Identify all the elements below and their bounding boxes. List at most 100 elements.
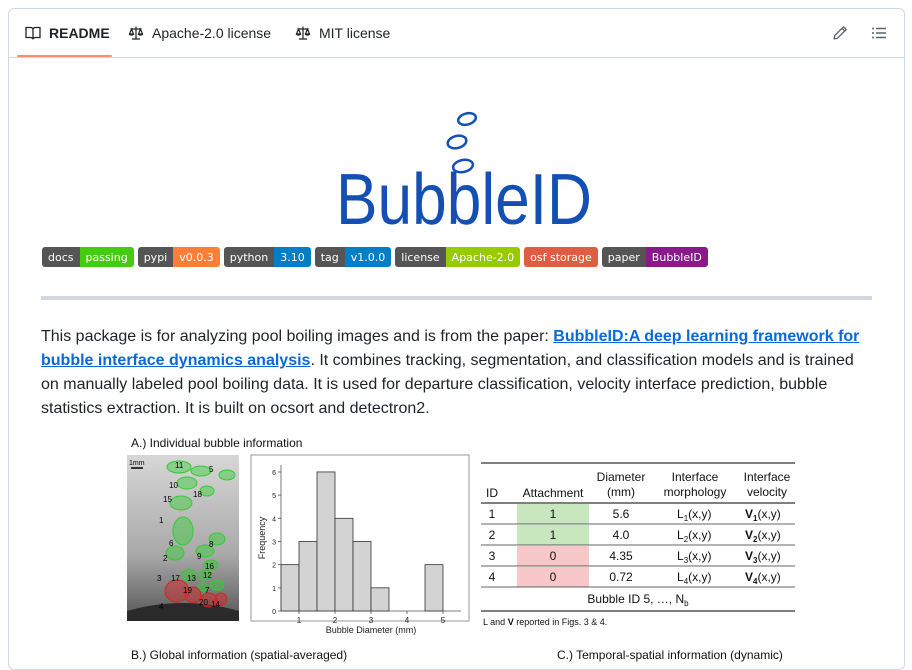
tab-label: MIT license <box>319 25 391 41</box>
table-header-cell: velocity <box>747 485 787 499</box>
vel-tail: (x,y) <box>757 528 780 542</box>
badge-value: 3.10 <box>274 247 311 267</box>
bubble-id-label: 3 <box>157 574 162 583</box>
table-cell-id: 4 <box>489 570 496 584</box>
table-header-cell: Attachment <box>523 486 584 500</box>
logo-text: BubbleID <box>336 160 592 234</box>
badge-label: tag <box>314 247 345 267</box>
badge-osf-storage[interactable]: osf storage <box>524 247 598 267</box>
readme-panel: README Apache-2.0 license MIT license Bu… <box>8 8 905 670</box>
x-tick-label: 5 <box>441 616 446 625</box>
section-divider <box>41 296 872 300</box>
bubble-mask <box>209 579 225 591</box>
y-tick-label: 6 <box>272 470 276 477</box>
bubble-mask <box>165 545 185 561</box>
book-icon <box>25 26 41 40</box>
table-cell-id: 3 <box>489 549 496 563</box>
x-tick-label: 1 <box>297 616 302 625</box>
table-cell-diameter: 4.35 <box>609 549 633 563</box>
outline-button[interactable] <box>869 23 889 43</box>
bubbleid-logo: BubbleID <box>336 111 592 234</box>
vel-letter: V <box>745 507 753 521</box>
active-tab-indicator <box>17 55 112 57</box>
bubble-id-label: 11 <box>175 461 184 470</box>
bubble-id-label: 2 <box>163 554 168 563</box>
table-cell-attachment: 0 <box>550 549 557 563</box>
bubble-id-label: 12 <box>203 571 212 580</box>
table-cell-id: 2 <box>489 528 496 542</box>
tab-readme[interactable]: README <box>25 9 110 57</box>
table-cell-diameter: 0.72 <box>609 570 633 584</box>
bubble-id-label: 1 <box>159 516 164 525</box>
badge-label: paper <box>601 247 646 267</box>
table-cell-attachment: 1 <box>550 528 557 542</box>
table-header-cell: Interface <box>672 470 719 484</box>
bubble-id-label: 6 <box>169 539 174 548</box>
footer-sub: b <box>684 599 689 608</box>
badge-license[interactable]: license Apache-2.0 <box>395 247 521 267</box>
table-cell-velocity: V3(x,y) <box>745 549 781 565</box>
bubble-mask <box>176 476 198 490</box>
table-cell-morphology: L1(x,y) <box>677 507 711 523</box>
note-tail: reported in Figs. 3 & 4. <box>514 617 608 627</box>
table-header-cell: ID <box>486 486 498 500</box>
vel-tail: (x,y) <box>757 570 780 584</box>
bubble-id-label: 18 <box>193 490 202 499</box>
morph-tail: (x,y) <box>688 549 711 563</box>
scale-icon <box>128 26 144 40</box>
note-and: and <box>488 617 508 627</box>
badge-row: docs passing pypi v0.0.3 python 3.10 tag v1.0.0… <box>42 247 712 267</box>
badge-value: Apache-2.0 <box>445 247 521 267</box>
badge-label: python <box>223 247 275 267</box>
vel-letter: V <box>745 570 753 584</box>
tab-apache-license[interactable]: Apache-2.0 license <box>128 9 271 57</box>
histogram-bar <box>352 541 372 612</box>
table-cell-velocity: V1(x,y) <box>745 507 781 523</box>
bubble-id-label: 17 <box>171 574 180 583</box>
histogram-bar <box>334 517 354 612</box>
bubble-figure: A.) Individual bubble information 1mm 11… <box>127 436 795 662</box>
bubble-mask <box>190 465 212 477</box>
table-cell-id: 1 <box>489 507 496 521</box>
histogram-bar <box>370 587 390 612</box>
vel-letter: V <box>745 549 753 563</box>
bubble-id-label: 15 <box>163 495 172 504</box>
morph-tail: (x,y) <box>688 528 711 542</box>
tab-mit-license[interactable]: MIT license <box>295 9 390 57</box>
description-intro: This package is for analyzing pool boili… <box>41 328 554 345</box>
bubble-id-label: 16 <box>205 562 214 571</box>
diameter-histogram: 1 2 3 4 5 0 1 2 3 4 5 6 Bubble Diameter (mm) Frequenc… <box>250 454 470 635</box>
y-tick-label: 0 <box>272 609 276 616</box>
bubble-id-label: 9 <box>197 552 202 561</box>
badge-paper[interactable]: paper BubbleID <box>601 247 708 267</box>
edit-button[interactable] <box>830 23 850 43</box>
vel-tail: (x,y) <box>757 507 780 521</box>
x-tick-label: 2 <box>333 616 338 625</box>
bubble-id-label: 5 <box>209 465 214 474</box>
bubble-id-label: 4 <box>159 602 164 611</box>
badge-value: passing <box>79 247 134 267</box>
footer-text: Bubble ID 5, …, N <box>587 592 684 606</box>
bubble-mask <box>169 495 193 511</box>
badge-docs[interactable]: docs passing <box>42 247 134 267</box>
bubble-id-label: 7 <box>205 586 210 595</box>
bubble-mask <box>199 485 215 497</box>
list-icon <box>872 27 886 39</box>
section-b-title: B.) Global information (spatial-averaged… <box>131 648 347 662</box>
vel-letter: V <box>745 528 753 542</box>
section-c-title: C.) Temporal-spatial information (dynami… <box>557 648 783 662</box>
x-tick-label: 3 <box>369 616 374 625</box>
badge-tag[interactable]: tag v1.0.0 <box>314 247 392 267</box>
y-tick-label: 1 <box>272 586 276 593</box>
y-tick-label: 2 <box>272 563 276 570</box>
bubble-id-label: 8 <box>209 540 214 549</box>
table-cell-morphology: L4(x,y) <box>677 570 711 586</box>
table-cell-morphology: L2(x,y) <box>677 528 711 544</box>
description-paragraph: This package is for analyzing pool boili… <box>41 325 873 421</box>
y-tick-label: 4 <box>272 516 276 523</box>
section-a-title: A.) Individual bubble information <box>131 436 302 450</box>
badge-python[interactable]: python 3.10 <box>223 247 311 267</box>
badge-pypi[interactable]: pypi v0.0.3 <box>137 247 220 267</box>
histogram-bar <box>298 541 318 612</box>
bubble-id-label: 10 <box>169 481 178 490</box>
